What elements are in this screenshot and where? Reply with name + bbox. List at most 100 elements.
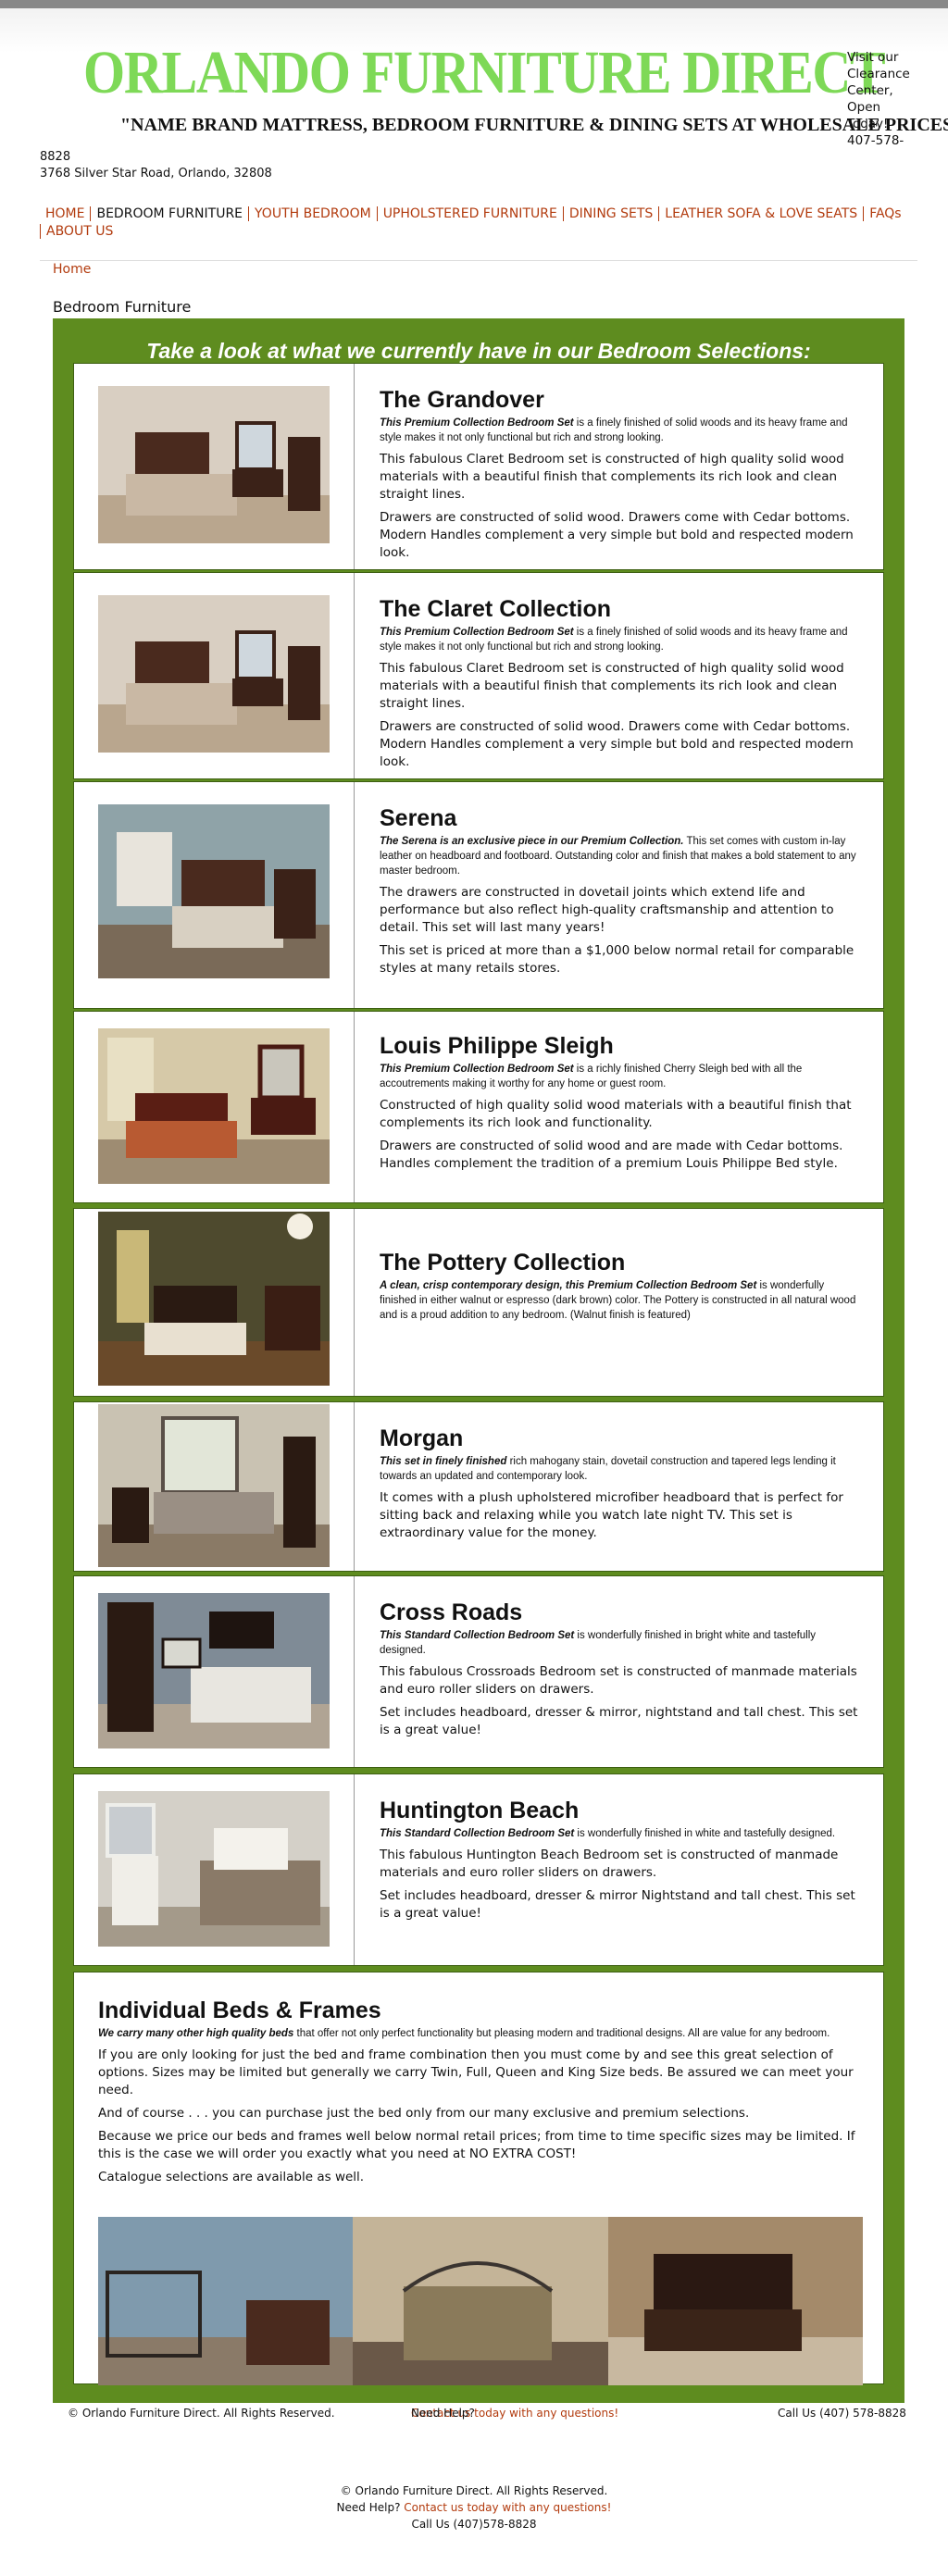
footer-help-label: Need Help? xyxy=(411,2407,475,2420)
page-title: Bedroom Furniture xyxy=(53,298,192,316)
product-lead-bold: This Standard Collection Bedroom Set xyxy=(380,1630,575,1641)
footer-help-2: Need Help? Contact us today with any que… xyxy=(0,2499,948,2516)
product-lead-rest: is wonderfully finished in white and tas… xyxy=(574,1828,836,1839)
product-card-louis-philippe: Louis Philippe Sleigh This Premium Colle… xyxy=(73,1011,884,1203)
product-lead-bold: This Standard Collection Bedroom Set xyxy=(380,1828,575,1839)
footer-help: Need Help? Contact us today with any que… xyxy=(411,2407,618,2420)
product-lead: This Premium Collection Bedroom Set is a… xyxy=(380,1062,861,1091)
section-paragraph-4: Catalogue selections are available as we… xyxy=(98,2170,365,2184)
card-divider xyxy=(354,573,355,778)
address-line-street: 3768 Silver Star Road, Orlando, 32808 xyxy=(40,167,272,180)
product-title: The Claret Collection xyxy=(380,596,612,622)
product-lead: A clean, crisp contemporary design, this… xyxy=(380,1278,861,1323)
section-title: Individual Beds & Frames xyxy=(98,1997,381,2023)
product-description: Constructed of high quality solid wood m… xyxy=(380,1098,852,1130)
product-card-morgan: Morgan This set in finely finished rich … xyxy=(73,1401,884,1572)
top-bar xyxy=(0,0,948,8)
product-lead-bold: This set in finely finished xyxy=(380,1456,507,1467)
card-divider xyxy=(354,1576,355,1767)
card-divider xyxy=(354,782,355,1008)
store-address: 8828 3768 Silver Star Road, Orlando, 328… xyxy=(40,149,272,182)
beds-frames-photo-strip[interactable] xyxy=(98,2217,863,2385)
product-lead: The Serena is an exclusive piece in our … xyxy=(380,834,861,878)
nav-home[interactable]: HOME xyxy=(40,206,92,221)
card-divider xyxy=(354,1402,355,1571)
product-description: It comes with a plush upholstered microf… xyxy=(380,1490,843,1540)
product-photo-louis-philippe[interactable] xyxy=(98,1028,330,1184)
product-details: Drawers are constructed of solid wood. D… xyxy=(380,510,854,560)
product-title: Cross Roads xyxy=(380,1599,523,1625)
product-description: This fabulous Claret Bedroom set is cons… xyxy=(380,661,844,711)
product-details: Set includes headboard, dresser & mirror… xyxy=(380,1888,855,1921)
product-title: Serena xyxy=(380,805,457,831)
product-title: The Grandover xyxy=(380,387,544,413)
section-paragraph-2: And of course . . . you can purchase jus… xyxy=(98,2106,750,2121)
clearance-notice: Visit our Clearance Center, Open Today! … xyxy=(847,50,910,148)
nav-bedroom-furniture[interactable]: BEDROOM FURNITURE xyxy=(91,206,250,221)
section-lead-bold: We carry many other high quality beds xyxy=(98,2028,294,2039)
section-lead-rest: that offer not only perfect functionalit… xyxy=(293,2028,830,2039)
product-photo-claret[interactable] xyxy=(98,595,330,753)
nav-dining-sets[interactable]: DINING SETS xyxy=(563,206,660,221)
card-divider xyxy=(354,1012,355,1202)
product-description: This fabulous Crossroads Bedroom set is … xyxy=(380,1664,857,1697)
site-tagline: "NAME BRAND MATTRESS, BEDROOM FURNITURE … xyxy=(120,115,948,135)
nav-upholstered-furniture[interactable]: UPHOLSTERED FURNITURE xyxy=(377,206,564,221)
product-details: Set includes headboard, dresser & mirror… xyxy=(380,1705,858,1737)
product-photo-grandover[interactable] xyxy=(98,386,330,543)
product-details: Drawers are constructed of solid wood. D… xyxy=(380,719,854,769)
product-description: The drawers are constructed in dovetail … xyxy=(380,885,834,935)
product-card-huntington-beach: Huntington Beach This Standard Collectio… xyxy=(73,1773,884,1966)
product-photo-serena[interactable] xyxy=(98,804,330,978)
footer-phone: Call Us (407) 578-8828 xyxy=(778,2407,906,2420)
product-title: The Pottery Collection xyxy=(380,1250,626,1276)
product-card-serena: Serena The Serena is an exclusive piece … xyxy=(73,781,884,1009)
footer-copyright: © Orlando Furniture Direct. All Rights R… xyxy=(68,2407,335,2420)
panel-title: Take a look at what we currently have in… xyxy=(146,339,811,363)
bedroom-panel: Take a look at what we currently have in… xyxy=(53,318,904,2403)
product-lead: This Standard Collection Bedroom Set is … xyxy=(380,1628,861,1658)
product-photo-morgan[interactable] xyxy=(98,1404,330,1567)
site-footer: © Orlando Furniture Direct. All Rights R… xyxy=(0,2483,948,2532)
product-title: Louis Philippe Sleigh xyxy=(380,1033,614,1059)
nav-youth-bedroom[interactable]: YOUTH BEDROOM xyxy=(249,206,378,221)
nav-about-us[interactable]: ABOUT US xyxy=(40,224,119,239)
nav-leather-sofa[interactable]: LEATHER SOFA & LOVE SEATS xyxy=(659,206,865,221)
section-paragraph-3: Because we price our beds and frames wel… xyxy=(98,2129,855,2161)
footer-help-label-2: Need Help? xyxy=(336,2501,401,2514)
main-nav: HOME BEDROOM FURNITURE YOUTH BEDROOM UPHOLS… xyxy=(40,205,910,241)
nav-faqs[interactable]: FAQs xyxy=(864,206,906,221)
product-card-grandover: The Grandover This Premium Collection Be… xyxy=(73,363,884,570)
product-card-pottery: The Pottery Collection A clean, crisp co… xyxy=(73,1208,884,1397)
card-divider xyxy=(354,1209,355,1396)
product-title: Huntington Beach xyxy=(380,1798,580,1823)
product-card-claret: The Claret Collection This Premium Colle… xyxy=(73,572,884,779)
breadcrumb-home[interactable]: Home xyxy=(53,262,91,277)
card-divider xyxy=(354,1774,355,1965)
section-lead: We carry many other high quality beds th… xyxy=(98,2026,857,2041)
product-lead-bold: A clean, crisp contemporary design, this… xyxy=(380,1280,757,1291)
address-line-phone: 8828 xyxy=(40,150,71,164)
product-photo-huntington-beach[interactable] xyxy=(98,1791,330,1947)
product-lead: This Premium Collection Bedroom Set is a… xyxy=(380,416,861,445)
site-logo[interactable]: ORLANDO FURNITURE DIRECT xyxy=(83,43,886,104)
product-photo-pottery[interactable] xyxy=(98,1212,330,1386)
product-lead: This set in finely finished rich mahogan… xyxy=(380,1454,861,1484)
product-lead: This Premium Collection Bedroom Set is a… xyxy=(380,625,861,654)
product-lead-bold: This Premium Collection Bedroom Set xyxy=(380,1064,574,1075)
contact-link-2[interactable]: Contact us today with any questions! xyxy=(404,2501,611,2514)
product-description: This fabulous Claret Bedroom set is cons… xyxy=(380,452,844,502)
product-lead-bold: The Serena is an exclusive piece in our … xyxy=(380,836,684,847)
product-lead-bold: This Premium Collection Bedroom Set xyxy=(380,417,574,429)
card-divider xyxy=(354,364,355,569)
beds-frames-section: Individual Beds & Frames We carry many o… xyxy=(73,1972,884,2385)
product-description: This fabulous Huntington Beach Bedroom s… xyxy=(380,1848,839,1880)
product-photo-cross-roads[interactable] xyxy=(98,1593,330,1748)
product-details: Drawers are constructed of solid wood an… xyxy=(380,1139,843,1171)
footer-copyright-2: © Orlando Furniture Direct. All Rights R… xyxy=(340,2484,608,2497)
product-card-cross-roads: Cross Roads This Standard Collection Bed… xyxy=(73,1575,884,1768)
footer-phone-2: Call Us (407)578-8828 xyxy=(411,2518,537,2531)
product-title: Morgan xyxy=(380,1425,464,1451)
product-lead-bold: This Premium Collection Bedroom Set xyxy=(380,627,574,638)
product-lead: This Standard Collection Bedroom Set is … xyxy=(380,1826,861,1841)
